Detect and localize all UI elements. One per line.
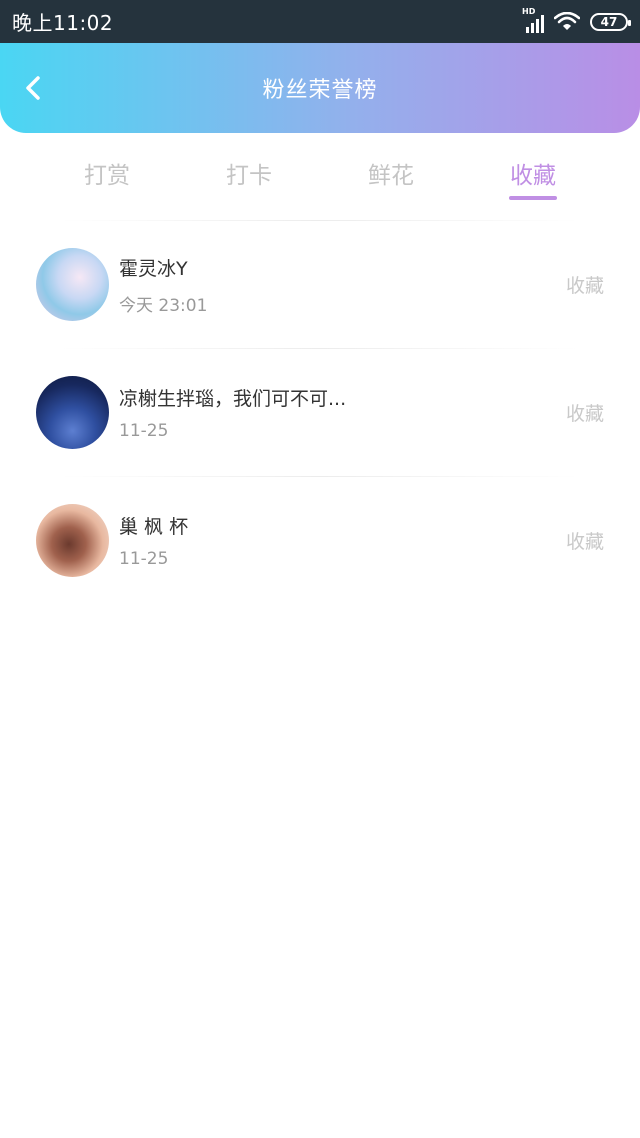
status-bar: 晚上11:02 HD 47 xyxy=(0,0,640,43)
status-icons: HD 47 xyxy=(522,7,631,33)
avatar xyxy=(36,504,109,577)
fan-info: 凉榭生拌瑙，我们可不可... 11-25 xyxy=(119,384,566,441)
signal-icon: HD xyxy=(522,7,544,33)
fan-date: 11-25 xyxy=(119,549,169,569)
list-item[interactable]: 霍灵冰Y 今天 23:01 收藏 xyxy=(0,221,640,348)
fan-name: 霍灵冰Y xyxy=(119,257,188,280)
hd-label: HD xyxy=(522,6,536,16)
favorite-action[interactable]: 收藏 xyxy=(566,527,604,554)
tab-active-indicator xyxy=(509,196,557,200)
fan-info: 巢 枫 杯 11-25 xyxy=(119,512,566,569)
tab-label: 打赏 xyxy=(84,163,130,189)
tab-favorites[interactable]: 收藏 xyxy=(462,133,604,213)
list-item[interactable]: 凉榭生拌瑙，我们可不可... 11-25 收藏 xyxy=(0,349,640,476)
tab-label: 鲜花 xyxy=(368,163,414,189)
status-time: 晚上11:02 xyxy=(12,11,114,35)
tab-bar: 打赏 打卡 鲜花 收藏 xyxy=(0,133,640,213)
fan-info: 霍灵冰Y 今天 23:01 xyxy=(119,254,566,316)
chevron-left-icon xyxy=(26,76,40,100)
favorite-action[interactable]: 收藏 xyxy=(566,399,604,426)
list-item[interactable]: 巢 枫 杯 11-25 收藏 xyxy=(0,477,640,604)
fan-date: 今天 23:01 xyxy=(119,295,208,316)
wifi-icon xyxy=(554,11,580,30)
tab-label: 收藏 xyxy=(510,163,556,189)
tab-label: 打卡 xyxy=(226,163,272,189)
avatar xyxy=(36,376,109,449)
tab-reward[interactable]: 打赏 xyxy=(36,133,178,213)
avatar xyxy=(36,248,109,321)
battery-icon: 47 xyxy=(590,12,631,31)
tab-flowers[interactable]: 鲜花 xyxy=(320,133,462,213)
page-title: 粉丝荣誉榜 xyxy=(262,78,378,103)
favorite-action[interactable]: 收藏 xyxy=(566,271,604,298)
fan-date: 11-25 xyxy=(119,421,169,441)
header-bar: 粉丝荣誉榜 xyxy=(0,43,640,133)
fan-name: 巢 枫 杯 xyxy=(119,516,189,538)
back-button[interactable] xyxy=(18,73,48,103)
battery-level: 47 xyxy=(600,14,618,29)
tab-checkin[interactable]: 打卡 xyxy=(178,133,320,213)
fan-name: 凉榭生拌瑙，我们可不可... xyxy=(119,388,347,410)
fan-list: 霍灵冰Y 今天 23:01 收藏 凉榭生拌瑙，我们可不可... 11-25 收藏… xyxy=(0,220,640,604)
